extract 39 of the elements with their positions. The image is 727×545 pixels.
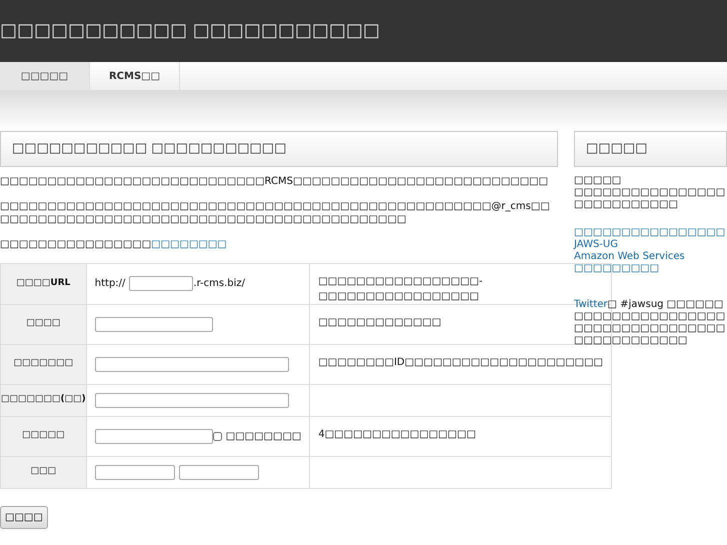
- field-note: □□□□□□□□□□□□□: [318, 316, 442, 328]
- nav-tab[interactable]: RCMS□□: [90, 62, 180, 90]
- url-prefix: http://: [94, 277, 126, 291]
- text-link[interactable]: □□□□□□□□: [151, 238, 227, 250]
- site-title: □□□□□□□□□□□ □□□□□□□□□□□: [0, 20, 380, 42]
- input-field[interactable]: [94, 428, 213, 444]
- input-field[interactable]: [178, 464, 259, 480]
- sidebar-link[interactable]: □□□□□□□□□□□□□□□□: [574, 226, 726, 238]
- paragraph: □□□□□□□□□□□□□□□□□□□□□□□□□□□□RCMS□□□□□□□□□□□□□□□□□□□□□□□□□□□: [0, 174, 550, 188]
- field-label: □□□□: [0, 304, 86, 344]
- sidebar-link[interactable]: JAWS-UG: [574, 238, 618, 250]
- paragraph: □□□□□□□□□□□□□□□□□□□□□□□□□□□□□□□□□□□□□□□□□□□□□□□□□□□□@r_cms□□□□□□□□□□□□□□□□□□□□□□□□□□□□□□□□□□□□□□□□□□□□□: [0, 200, 551, 226]
- sidebar-link[interactable]: □□□□□□□□□: [574, 262, 660, 274]
- field-label: □□□□URL: [0, 263, 86, 304]
- sidebar-text: □□□□□: [574, 174, 622, 186]
- input-field[interactable]: [94, 464, 175, 480]
- paragraph: □□□□□□□□□□□□□□□□□□□□□□□□: [0, 238, 228, 250]
- input-field[interactable]: [94, 356, 289, 372]
- sidebar-heading: □□□□□: [574, 131, 727, 166]
- section-heading: □□□□□□□□□□□ □□□□□□□□□□□: [0, 131, 558, 166]
- field-label: □□□□□□□: [0, 344, 86, 384]
- sidebar-text: Twitter□ #jawsug □□□□□□□□□□□□□□□□□□□□□□□□□□□□□□□□□□□□□□□□□□□□□□□□□□: [574, 298, 726, 346]
- input-field[interactable]: [94, 392, 289, 408]
- submit-button[interactable]: □□□□: [0, 506, 48, 528]
- field-label: □□□: [0, 456, 86, 488]
- text-link[interactable]: Twitter: [574, 298, 608, 310]
- field-label: □□□□□: [0, 416, 86, 456]
- field-note: □□□□□□□□ID□□□□□□□□□□□□□□□□□□□□□: [318, 356, 604, 368]
- checkbox[interactable]: [212, 432, 222, 440]
- nav-tab[interactable]: □□□□□: [0, 62, 90, 90]
- field-note: 4□□□□□□□□□□□□□□□□: [318, 428, 476, 440]
- input-field[interactable]: [129, 276, 194, 291]
- input-field[interactable]: [94, 316, 213, 332]
- url-suffix: .r-cms.biz/: [193, 277, 246, 291]
- field-note: □□□□□□□□□□□□□□□□□-□□□□□□□□□□□□□□□□□: [318, 276, 483, 302]
- sidebar-text: □□□□□□□□□□□□□□□□□□□□□□□□□□□: [574, 186, 726, 210]
- checkbox-label: □□□□□□□□: [226, 430, 302, 444]
- field-label: □□□□□□□(□□): [0, 384, 86, 416]
- sidebar-link[interactable]: Amazon Web Services: [574, 250, 685, 262]
